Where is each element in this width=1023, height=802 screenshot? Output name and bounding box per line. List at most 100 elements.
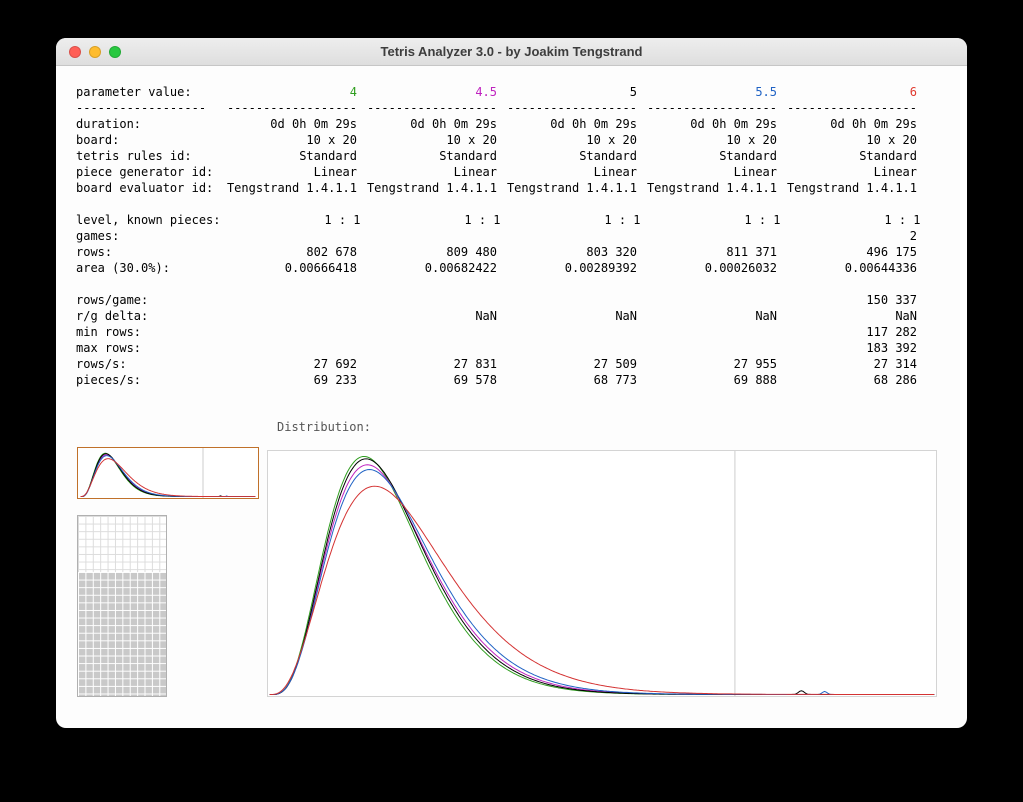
- cell-value: Tengstrand 1.4.1.1: [777, 180, 917, 196]
- distribution-curve-param-5: [270, 459, 935, 695]
- stats-table: parameter value:44.555.56---------------…: [76, 84, 921, 388]
- window-title: Tetris Analyzer 3.0 - by Joakim Tengstra…: [380, 44, 642, 59]
- row-label: games:: [76, 228, 217, 244]
- cell-value: 811 371: [637, 244, 777, 260]
- cell-value: 1 : 1: [361, 212, 501, 228]
- table-row: area (30.0%):0.006664180.006824220.00289…: [76, 260, 921, 276]
- row-label: min rows:: [76, 324, 217, 340]
- table-row: rows/game: 150 337: [76, 292, 921, 308]
- distribution-curve-param-4.5: [270, 465, 935, 695]
- distribution-plot: [268, 451, 936, 696]
- row-label: max rows:: [76, 340, 217, 356]
- cell-value: Linear: [497, 164, 637, 180]
- table-row: rows/s:27 69227 83127 50927 95527 314: [76, 356, 921, 372]
- cell-value: 802 678: [217, 244, 357, 260]
- cell-value: 496 175: [777, 244, 917, 260]
- cell-value: 803 320: [497, 244, 637, 260]
- cell-value: 27 955: [637, 356, 777, 372]
- cell-value: [497, 324, 637, 340]
- table-row: r/g delta:NaNNaNNaNNaN: [76, 308, 921, 324]
- tetris-board-preview: [77, 515, 167, 697]
- cell-value: 10 x 20: [217, 132, 357, 148]
- distribution-curve-param-4: [81, 453, 256, 496]
- cell-value: 69 233: [217, 372, 357, 388]
- cell-value: 10 x 20: [497, 132, 637, 148]
- table-row: level, known pieces:1 : 11 : 11 : 11 : 1…: [76, 212, 921, 228]
- cell-value: 1 : 1: [641, 212, 781, 228]
- table-gap: [76, 276, 921, 292]
- cell-value: 4: [217, 84, 357, 100]
- row-label: rows/s:: [76, 356, 217, 372]
- distribution-curve-param-4: [270, 456, 935, 694]
- row-label: rows/game:: [76, 292, 217, 308]
- table-row: duration:0d 0h 0m 29s0d 0h 0m 29s0d 0h 0…: [76, 116, 921, 132]
- cell-value: [637, 228, 777, 244]
- row-label: level, known pieces:: [76, 212, 221, 228]
- cell-value: 0d 0h 0m 29s: [497, 116, 637, 132]
- row-label: board:: [76, 132, 217, 148]
- cell-value: 4.5: [357, 84, 497, 100]
- table-row: tetris rules id:StandardStandardStandard…: [76, 148, 921, 164]
- distribution-curve-param-5.5: [270, 470, 935, 695]
- cell-value: Tengstrand 1.4.1.1: [217, 180, 357, 196]
- title-bar[interactable]: Tetris Analyzer 3.0 - by Joakim Tengstra…: [56, 38, 967, 66]
- table-row: board:10 x 2010 x 2010 x 2010 x 2010 x 2…: [76, 132, 921, 148]
- cell-value: 10 x 20: [637, 132, 777, 148]
- distribution-chart: [267, 450, 937, 697]
- cell-value: ------------------: [217, 100, 357, 116]
- cell-value: [357, 340, 497, 356]
- desktop-background: Tetris Analyzer 3.0 - by Joakim Tengstra…: [0, 0, 1023, 802]
- cell-value: [497, 340, 637, 356]
- cell-value: [637, 324, 777, 340]
- table-row: games: 2: [76, 228, 921, 244]
- cell-value: Linear: [217, 164, 357, 180]
- table-row: rows:802 678809 480803 320811 371496 175: [76, 244, 921, 260]
- cell-value: Tengstrand 1.4.1.1: [497, 180, 637, 196]
- cell-value: [217, 308, 357, 324]
- cell-value: 183 392: [777, 340, 917, 356]
- cell-value: 10 x 20: [777, 132, 917, 148]
- cell-value: [357, 324, 497, 340]
- cell-value: Tengstrand 1.4.1.1: [357, 180, 497, 196]
- row-label: ------------------: [76, 100, 217, 116]
- cell-value: Linear: [777, 164, 917, 180]
- row-label: board evaluator id:: [76, 180, 217, 196]
- cell-value: 2: [777, 228, 917, 244]
- cell-value: 0.00644336: [777, 260, 917, 276]
- cell-value: 69 578: [357, 372, 497, 388]
- cell-value: ------------------: [357, 100, 497, 116]
- cell-value: Tengstrand 1.4.1.1: [637, 180, 777, 196]
- row-label: pieces/s:: [76, 372, 217, 388]
- distribution-overview-chart[interactable]: [77, 447, 259, 499]
- cell-value: 0d 0h 0m 29s: [357, 116, 497, 132]
- cell-value: 0.00682422: [357, 260, 497, 276]
- row-label: rows:: [76, 244, 217, 260]
- distribution-curve-param-6: [270, 486, 935, 694]
- cell-value: [497, 292, 637, 308]
- cell-value: Linear: [357, 164, 497, 180]
- distribution-overview-plot: [78, 448, 258, 498]
- cell-value: [497, 228, 637, 244]
- row-label: piece generator id:: [76, 164, 217, 180]
- cell-value: 1 : 1: [221, 212, 361, 228]
- close-button[interactable]: [69, 46, 81, 58]
- cell-value: 0d 0h 0m 29s: [217, 116, 357, 132]
- table-row: max rows: 183 392: [76, 340, 921, 356]
- traffic-lights: [69, 46, 121, 58]
- row-label: area (30.0%):: [76, 260, 217, 276]
- cell-value: 809 480: [357, 244, 497, 260]
- row-label: parameter value:: [76, 84, 217, 100]
- cell-value: 1 : 1: [501, 212, 641, 228]
- cell-value: 68 286: [777, 372, 917, 388]
- cell-value: 150 337: [777, 292, 917, 308]
- zoom-button[interactable]: [109, 46, 121, 58]
- table-gap: [76, 196, 921, 212]
- cell-value: 27 692: [217, 356, 357, 372]
- cell-value: 0.00289392: [497, 260, 637, 276]
- cell-value: Standard: [357, 148, 497, 164]
- minimize-button[interactable]: [89, 46, 101, 58]
- cell-value: 117 282: [777, 324, 917, 340]
- distribution-curve-param-5.5: [81, 456, 256, 497]
- cell-value: NaN: [777, 308, 917, 324]
- cell-value: 27 509: [497, 356, 637, 372]
